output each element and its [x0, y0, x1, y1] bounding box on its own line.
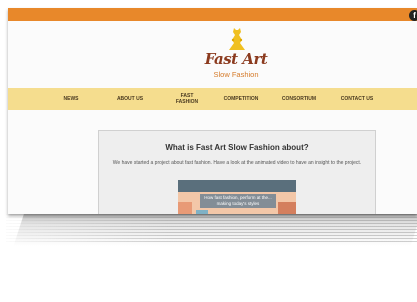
- shadow-stripes: [6, 214, 417, 244]
- nav-item-news[interactable]: NEWS: [56, 88, 86, 110]
- thumbnail-shape: [196, 210, 208, 214]
- website-screenshot: f Fast Art Slow Fashion NEWS ABOUT US FA…: [8, 8, 417, 214]
- brand-title[interactable]: Fast Art: [196, 50, 276, 68]
- facebook-icon[interactable]: f: [409, 10, 417, 21]
- nav-item-competition[interactable]: COMPETITION: [218, 88, 264, 110]
- thumbnail-shape: [178, 202, 192, 214]
- about-card: What is Fast Art Slow Fashion about? We …: [98, 130, 376, 214]
- top-bar: f: [8, 8, 417, 21]
- nav-item-consortium[interactable]: CONSORTIUM: [276, 88, 322, 110]
- dress-logo-icon: [229, 28, 245, 50]
- nav-item-about-us[interactable]: ABOUT US: [108, 88, 152, 110]
- about-description: We have started a project about fast fas…: [112, 160, 362, 166]
- about-title: What is Fast Art Slow Fashion about?: [165, 143, 309, 152]
- thumbnail-shape: [278, 202, 296, 214]
- video-caption: How fast fashion, perform at the... maki…: [200, 194, 276, 208]
- main-nav: NEWS ABOUT US FAST FASHION COMPETITION C…: [8, 88, 417, 110]
- nav-item-fast-fashion[interactable]: FAST FASHION: [171, 88, 203, 110]
- brand-subtitle: Slow Fashion: [213, 70, 259, 79]
- video-player[interactable]: How fast fashion, perform at the... maki…: [178, 180, 296, 214]
- nav-item-contact-us[interactable]: CONTACT US: [334, 88, 380, 110]
